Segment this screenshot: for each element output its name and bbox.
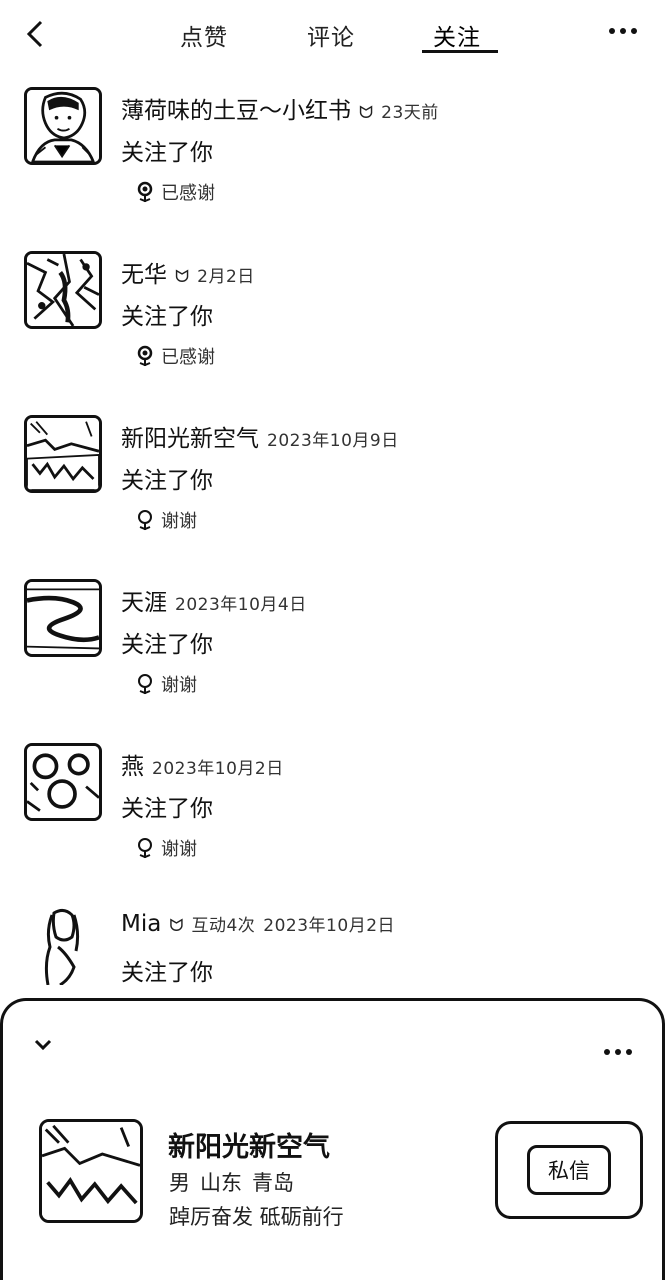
top-nav-bar: 点赞 评论 关注 [0,0,665,66]
username[interactable]: 新阳光新空气 [121,419,259,453]
profile-bottom-sheet: 新阳光新空气 男 山东 青岛 踔厉奋发 砥砺前行 私信 [0,998,665,1280]
active-tab-indicator [422,50,498,53]
thanks-button[interactable]: 已感谢 [135,179,215,205]
username[interactable]: 天涯 [121,583,167,617]
chevron-down-icon [34,1039,52,1051]
flower-outline-icon [138,838,152,859]
mutual-icon: ᗢ [169,916,184,936]
tab-comments[interactable]: 评论 [307,18,355,52]
user-landscape-image [27,418,99,490]
collapse-button[interactable] [33,1037,53,1056]
avatar[interactable] [24,415,102,493]
list-item[interactable]: 无华 ᗢ 2月2日 关注了你 已感谢 [0,251,665,411]
tab-follows[interactable]: 关注 [433,18,481,52]
avatar[interactable] [24,743,102,821]
action-text: 关注了你 [121,304,213,330]
thanks-button[interactable]: 谢谢 [135,671,197,697]
list-item[interactable]: 新阳光新空气 2023年10月9日 关注了你 谢谢 [0,415,665,575]
avatar[interactable] [24,907,102,985]
username[interactable]: Mia [121,911,161,937]
user-woman-image [24,907,102,985]
mutual-icon: ᗢ [175,267,190,287]
thanks-button[interactable]: 已感谢 [135,343,215,369]
name-line: 薄荷味的土豆～小红书 ᗢ 23天前 [121,91,439,125]
action-text: 关注了你 [121,632,213,658]
thanks-label: 谢谢 [161,511,197,532]
username[interactable]: 无华 [121,255,167,289]
profile-province: 山东 [200,1171,242,1195]
profile-bio: 踔厉奋发 砥砺前行 [169,1205,344,1229]
thanks-label: 已感谢 [161,347,215,368]
interaction-count: 互动4次 [191,916,256,936]
avatar[interactable] [24,251,102,329]
flower-outline-icon [138,510,152,531]
message-button[interactable]: 私信 [527,1145,611,1195]
username[interactable]: 薄荷味的土豆～小红书 [121,91,351,125]
user-floral-image [27,746,99,818]
more-dots-icon [609,28,615,34]
more-dots-icon [604,1049,610,1055]
timestamp: 2023年10月2日 [152,759,284,779]
thanks-label: 已感谢 [161,183,215,204]
user-portrait-image [27,90,99,162]
list-item[interactable]: 燕 2023年10月2日 关注了你 谢谢 [0,743,665,903]
timestamp: 2月2日 [197,267,255,287]
profile-more-button[interactable] [604,1049,632,1055]
thanks-button[interactable]: 谢谢 [135,835,197,861]
action-text: 关注了你 [121,796,213,822]
tab-bar: 点赞 评论 关注 [150,12,530,58]
back-button[interactable] [18,14,52,54]
thanks-label: 谢谢 [161,839,197,860]
name-line: 新阳光新空气 2023年10月9日 [121,419,399,453]
profile-name: 新阳光新空气 [168,1132,330,1163]
timestamp: 2023年10月4日 [175,595,307,615]
timestamp: 2023年10月2日 [263,916,396,936]
tab-likes[interactable]: 点赞 [180,18,228,52]
more-options-button[interactable] [609,28,637,34]
name-line: 燕 2023年10月2日 [121,747,284,781]
thanks-label: 谢谢 [161,675,197,696]
profile-landscape-image [42,1122,140,1220]
name-line: Mia ᗢ 互动4次 2023年10月2日 [121,911,395,937]
user-river-image [27,582,99,654]
action-text: 关注了你 [121,468,213,494]
chevron-left-icon [26,20,43,48]
thanks-button[interactable]: 谢谢 [135,507,197,533]
profile-city: 青岛 [252,1171,294,1195]
username[interactable]: 燕 [121,747,144,781]
flower-filled-icon [137,345,153,367]
flower-filled-icon [137,181,153,203]
name-line: 无华 ᗢ 2月2日 [121,255,255,289]
mutual-icon: ᗢ [359,103,374,123]
name-line: 天涯 2023年10月4日 [121,583,307,617]
avatar[interactable] [24,87,102,165]
timestamp: 23天前 [381,103,439,123]
list-item[interactable]: 天涯 2023年10月4日 关注了你 谢谢 [0,579,665,739]
user-photo-image [27,254,99,326]
timestamp: 2023年10月9日 [267,431,399,451]
profile-avatar[interactable] [39,1119,143,1223]
action-text: 关注了你 [121,960,213,986]
list-item[interactable]: 薄荷味的土豆～小红书 ᗢ 23天前 关注了你 已感谢 [0,87,665,247]
flower-outline-icon [138,674,152,695]
profile-meta: 男 山东 青岛 [169,1167,294,1197]
avatar[interactable] [24,579,102,657]
message-button-frame: 私信 [495,1121,643,1219]
profile-gender: 男 [169,1171,190,1195]
action-text: 关注了你 [121,140,213,166]
